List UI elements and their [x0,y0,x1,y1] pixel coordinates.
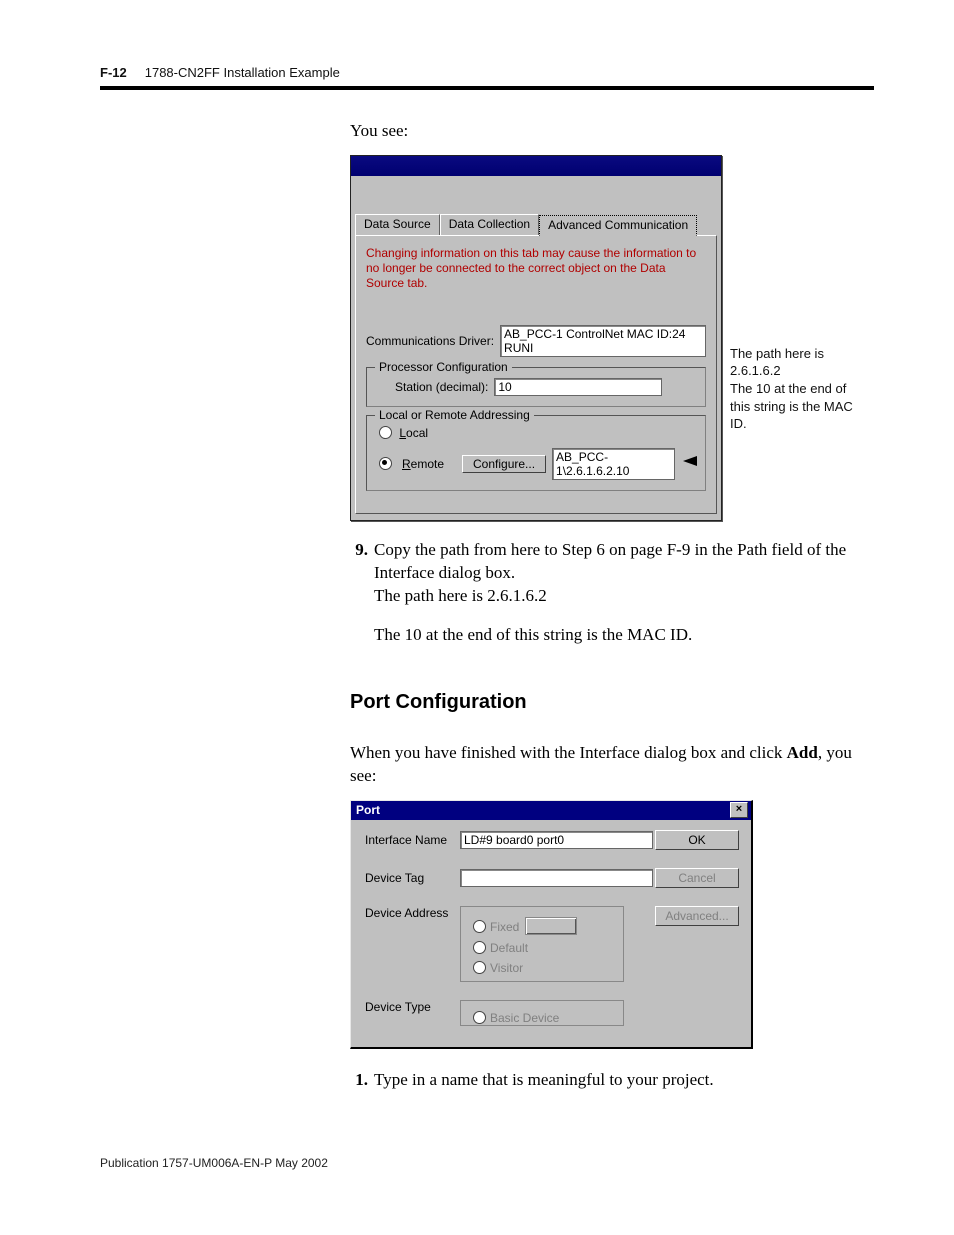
step-9-line3: The 10 at the end of this string is the … [374,624,874,647]
close-icon[interactable]: × [730,802,748,818]
remote-path-field[interactable]: AB_PCC-1\2.6.1.6.2.10 [552,448,675,480]
page-title: 1788-CN2FF Installation Example [145,65,340,80]
page-number: F-12 [100,65,127,80]
callout-arrow-icon [683,455,697,469]
radio-default[interactable] [473,941,486,954]
device-address-group: Fixed Default Visitor [460,906,624,982]
radio-local[interactable] [379,426,392,439]
tab-advanced-comm[interactable]: Advanced Communication [539,215,697,236]
port-dialog: Port × Interface Name LD#9 board0 port0 … [350,800,753,1049]
advanced-comm-dialog: Data Source Data Collection Advanced Com… [350,155,722,521]
publication-footer: Publication 1757-UM006A-EN-P May 2002 [100,1156,874,1170]
radio-basic-device[interactable] [473,1011,486,1024]
advanced-comm-screenshot: Data Source Data Collection Advanced Com… [350,155,874,521]
radio-visitor-label: Visitor [490,961,523,975]
port-titlebar: Port × [351,801,751,820]
device-tag-field[interactable] [460,869,653,887]
radio-visitor[interactable] [473,961,486,974]
radio-default-label: Default [490,941,528,955]
step-1: 1. Type in a name that is meaningful to … [350,1069,874,1092]
station-label: Station (decimal): [395,380,488,394]
step-9-line1: Copy the path from here to Step 6 on pag… [374,539,874,585]
device-type-group: Basic Device [460,1000,624,1026]
radio-fixed[interactable] [473,920,486,933]
comm-driver-field[interactable]: AB_PCC-1 ControlNet MAC ID:24 RUNI [500,325,706,357]
comm-driver-label: Communications Driver: [366,334,494,348]
step-9-line2: The path here is 2.6.1.6.2 [374,585,874,608]
configure-button[interactable]: Configure... [462,455,546,473]
step-1-number: 1. [350,1069,368,1092]
step-9: 9. Copy the path from here to Step 6 on … [350,539,874,647]
header-rule [100,86,874,90]
tab-data-source[interactable]: Data Source [355,214,440,235]
page-header: F-12 1788-CN2FF Installation Example [100,65,874,80]
cancel-button[interactable]: Cancel [655,868,739,888]
step-1-text: Type in a name that is meaningful to you… [374,1069,874,1092]
callout-line1: The path here is 2.6.1.6.2 [730,345,865,380]
device-tag-label: Device Tag [365,871,460,885]
radio-basic-device-label: Basic Device [490,1011,559,1025]
callout-line2: The 10 at the end of this string is the … [730,380,865,433]
step-9-number: 9. [350,539,368,647]
finished-paragraph: When you have finished with the Interfac… [350,742,874,788]
advanced-button[interactable]: Advanced... [655,906,739,926]
addressing-legend: Local or Remote Addressing [375,408,534,422]
radio-local-label: Local [399,426,428,440]
addressing-group: Local or Remote Addressing Local Remote … [366,415,706,491]
processor-config-legend: Processor Configuration [375,360,512,374]
intro-you-see: You see: [350,120,874,143]
interface-name-field[interactable]: LD#9 board0 port0 [460,831,653,849]
radio-fixed-label: Fixed [490,920,519,934]
device-type-label: Device Type [365,1000,460,1014]
station-field[interactable]: 10 [494,378,662,396]
radio-remote-label: Remote [402,457,456,471]
port-configuration-heading: Port Configuration [350,691,874,714]
ok-button[interactable]: OK [655,830,739,850]
processor-config-group: Processor Configuration Station (decimal… [366,367,706,407]
radio-remote[interactable] [379,457,392,470]
callout-text: The path here is 2.6.1.6.2 The 10 at the… [730,155,865,433]
warning-text: Changing information on this tab may cau… [366,246,706,291]
interface-name-label: Interface Name [365,833,460,847]
port-dialog-title: Port [356,803,380,817]
device-address-label: Device Address [365,906,460,920]
dialog-titlebar [351,156,721,176]
fixed-address-field[interactable] [525,917,577,935]
tab-data-collection[interactable]: Data Collection [440,214,539,235]
tab-strip: Data Source Data Collection Advanced Com… [351,214,721,235]
